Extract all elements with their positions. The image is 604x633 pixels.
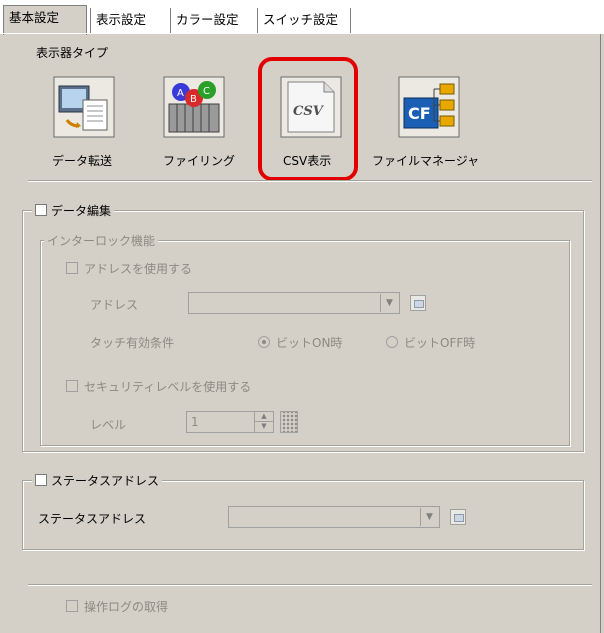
operation-log-label: 操作ログの取得: [84, 600, 169, 614]
status-address-input-icon[interactable]: [450, 509, 466, 525]
data-edit-label: データ編集: [51, 204, 112, 218]
tab-switch-settings[interactable]: スイッチ設定: [257, 8, 351, 33]
level-value: 1: [191, 415, 199, 429]
svg-text:B: B: [190, 94, 197, 105]
interlock-legend: インターロック機能: [44, 232, 159, 249]
spin-up-icon[interactable]: ▲: [255, 412, 273, 422]
file-manager-label: ファイルマネージャ: [372, 154, 480, 168]
tab-bar: 基本設定 表示設定 カラー設定 スイッチ設定: [0, 0, 604, 35]
data-transfer-label: データ転送: [52, 154, 113, 168]
radio-bit-off[interactable]: [386, 336, 398, 348]
csv-display-icon: CSV: [280, 76, 342, 138]
file-manager-option[interactable]: CF: [398, 76, 460, 138]
address-input-icon[interactable]: [410, 295, 426, 311]
use-security-checkbox[interactable]: [66, 380, 78, 392]
spin-down-icon[interactable]: ▼: [255, 422, 273, 431]
data-edit-legend: データ編集: [32, 202, 115, 219]
filing-label: ファイリング: [163, 154, 236, 168]
status-address-checkbox-label: ステータスアドレス: [51, 474, 160, 488]
status-address-checkbox[interactable]: [35, 474, 47, 486]
use-address-checkbox[interactable]: [66, 262, 78, 274]
status-address-legend: ステータスアドレス: [32, 472, 163, 489]
filing-icon: A B C: [163, 76, 225, 138]
csv-display-label: CSV表示: [283, 154, 332, 168]
tab-display-settings[interactable]: 表示設定: [90, 8, 168, 33]
status-address-field-label: ステータスアドレス: [38, 512, 147, 526]
radio-bit-off-label: ビットOFF時: [404, 336, 476, 350]
radio-bit-on-label: ビットON時: [276, 336, 343, 350]
spinner-buttons[interactable]: ▲ ▼: [254, 412, 273, 432]
data-transfer-icon: [53, 76, 115, 138]
tab-color-settings[interactable]: カラー設定: [170, 8, 256, 33]
data-edit-checkbox[interactable]: [35, 204, 47, 216]
keypad-icon[interactable]: [280, 411, 298, 433]
svg-text:A: A: [177, 88, 184, 99]
display-type-heading: 表示器タイプ: [36, 46, 109, 60]
tab-basic-settings[interactable]: 基本設定: [3, 5, 87, 35]
radio-bit-on[interactable]: [258, 336, 270, 348]
use-address-label: アドレスを使用する: [84, 262, 193, 276]
separator: [28, 584, 592, 586]
level-label: レベル: [90, 418, 127, 432]
level-spinner[interactable]: 1 ▲ ▼: [186, 411, 274, 433]
status-address-combo[interactable]: ▼: [228, 506, 440, 528]
panel-top-edge: [0, 33, 600, 34]
svg-text:CSV: CSV: [293, 104, 325, 119]
csv-display-option[interactable]: CSV: [280, 76, 342, 138]
separator: [28, 180, 592, 182]
chevron-down-icon[interactable]: ▼: [420, 508, 438, 526]
panel-right-edge: [600, 34, 601, 633]
address-label: アドレス: [90, 298, 139, 312]
operation-log-checkbox[interactable]: [66, 600, 78, 612]
address-combo[interactable]: ▼: [188, 292, 400, 314]
data-transfer-option[interactable]: [53, 76, 115, 138]
use-security-label: セキュリティレベルを使用する: [84, 380, 252, 394]
touch-condition-label: タッチ有効条件: [90, 336, 175, 350]
svg-text:C: C: [203, 86, 210, 97]
filing-option[interactable]: A B C: [163, 76, 225, 138]
svg-text:CF: CF: [408, 104, 431, 123]
file-manager-icon: CF: [398, 76, 460, 138]
chevron-down-icon[interactable]: ▼: [380, 294, 398, 312]
